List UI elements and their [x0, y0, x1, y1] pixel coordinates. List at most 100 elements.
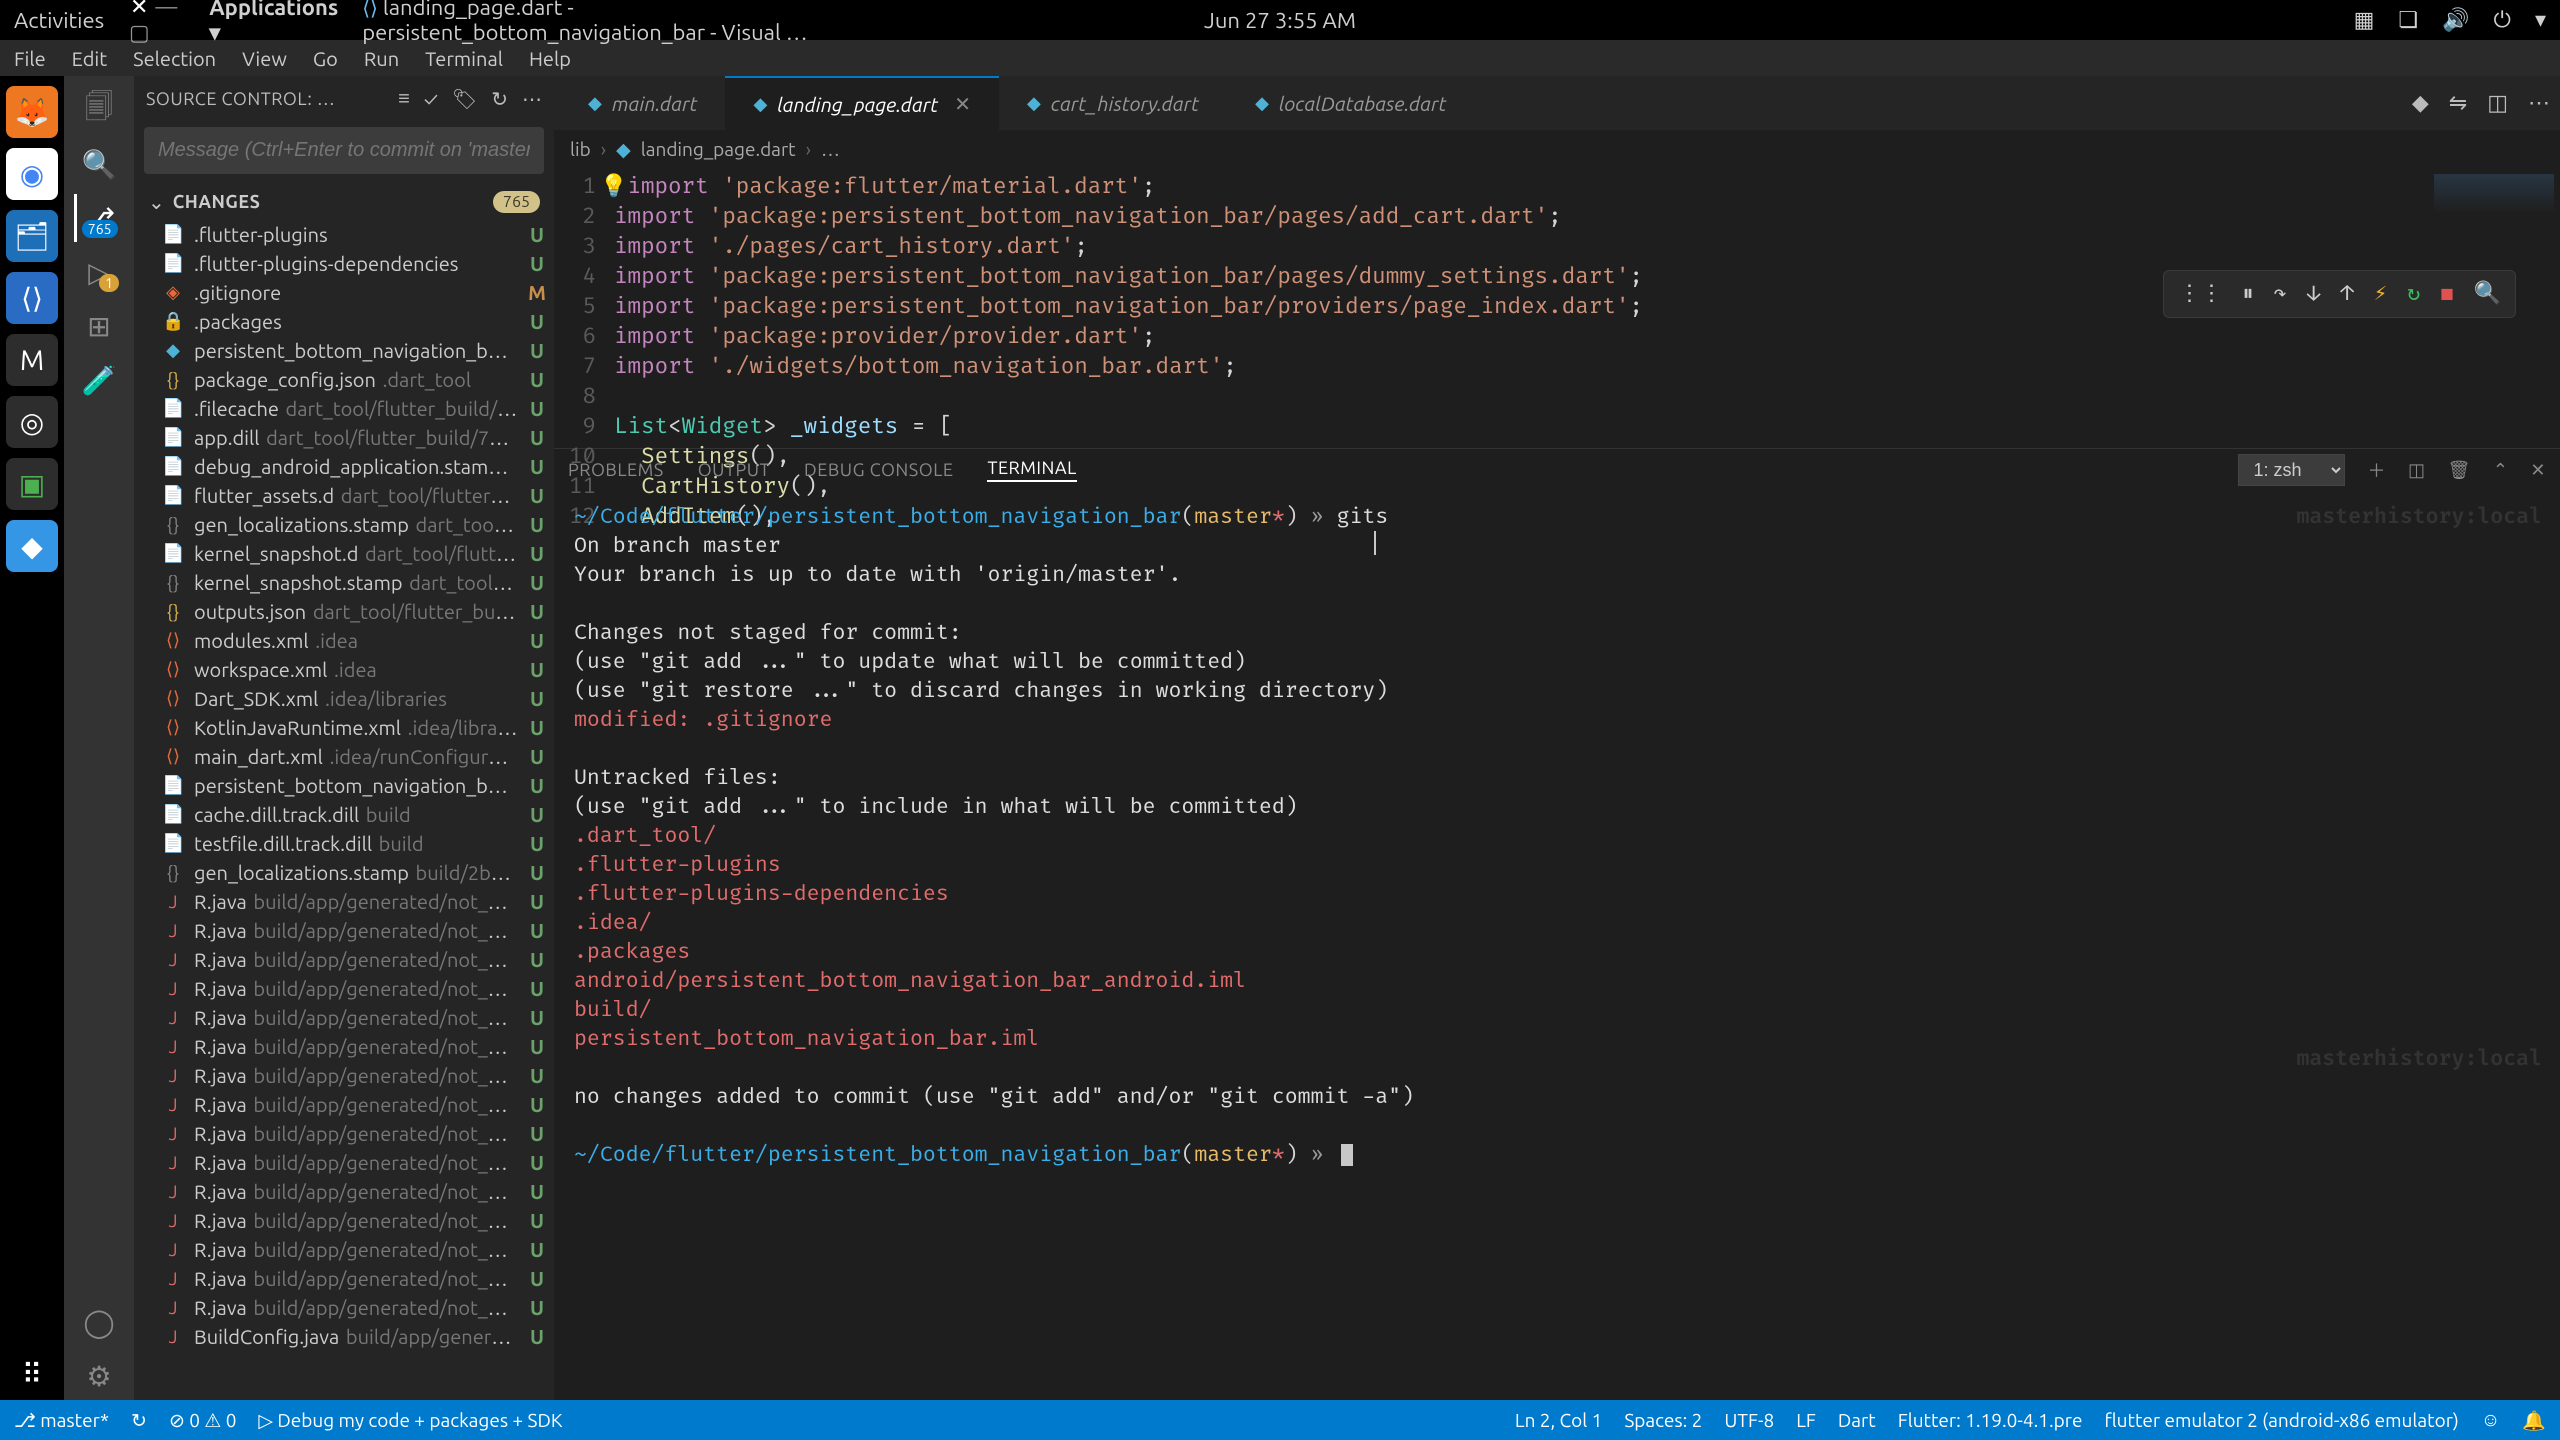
- dock-app2[interactable]: ▣: [6, 458, 58, 510]
- tray-icon[interactable]: ❏: [2398, 7, 2418, 33]
- terminal-split-icon[interactable]: ◫: [2408, 460, 2426, 481]
- debug-pause-icon[interactable]: ⏸: [2242, 279, 2253, 309]
- applications-menu[interactable]: Applications ▾: [209, 0, 338, 46]
- tab-cart_history.dart[interactable]: ◆cart_history.dart: [999, 76, 1227, 130]
- editor-tabs[interactable]: ◆main.dart◆landing_page.dart✕◆cart_histo…: [554, 76, 2560, 130]
- window-controls[interactable]: ✕ — ▢: [128, 0, 185, 46]
- menu-terminal[interactable]: Terminal: [425, 47, 503, 70]
- activity-account[interactable]: ◯: [75, 1298, 123, 1346]
- debug-inspector-icon[interactable]: 🔍: [2474, 279, 2501, 309]
- status-item[interactable]: Flutter: 1.19.0-4.1.pre: [1898, 1409, 2083, 1431]
- system-tray[interactable]: ▦❏🔊⏻▾: [1702, 7, 2546, 33]
- change-row[interactable]: JR.java build/app/generated/not_name…U: [134, 1061, 554, 1090]
- change-row[interactable]: ⟨⟩main_dart.xml .idea/runConfigurationsU: [134, 742, 554, 771]
- debug-toolbar[interactable]: ⋮⋮ ⏸ ↷ ↓ ↑ ⚡ ↻ ◼ 🔍: [2163, 270, 2516, 318]
- panel-close-icon[interactable]: ✕: [2530, 460, 2546, 481]
- menu-selection[interactable]: Selection: [133, 47, 216, 70]
- change-row[interactable]: {}package_config.json .dart_toolU: [134, 365, 554, 394]
- status-item[interactable]: 🔔: [2522, 1409, 2546, 1432]
- activity-settings[interactable]: ⚙: [75, 1352, 123, 1400]
- menu-view[interactable]: View: [242, 47, 287, 70]
- clock[interactable]: Jun 27 3:55 AM: [1204, 8, 1356, 33]
- change-row[interactable]: JR.java build/app/generated/not_name…U: [134, 945, 554, 974]
- change-row[interactable]: JBuildConfig.java build/app/generated…U: [134, 1322, 554, 1351]
- change-row[interactable]: JR.java build/app/generated/not_name…U: [134, 1177, 554, 1206]
- menu-edit[interactable]: Edit: [72, 47, 107, 70]
- change-row[interactable]: 📄.flutter-pluginsU: [134, 220, 554, 249]
- status-item[interactable]: Dart: [1838, 1409, 1876, 1431]
- change-row[interactable]: 📄kernel_snapshot.d dart_tool/flutter_…U: [134, 539, 554, 568]
- commit-message-input[interactable]: [144, 127, 544, 174]
- change-row[interactable]: 📄flutter_assets.d dart_tool/flutter_buil…: [134, 481, 554, 510]
- activity-search[interactable]: 🔍: [75, 140, 123, 188]
- change-row[interactable]: JR.java build/app/generated/not_name…U: [134, 1003, 554, 1032]
- terminal[interactable]: ~/Code/flutter/persistent_bottom_navigat…: [554, 491, 2560, 1400]
- change-row[interactable]: JR.java build/app/generated/not_name…U: [134, 916, 554, 945]
- changes-list[interactable]: 📄.flutter-pluginsU📄.flutter-plugins-depe…: [134, 220, 554, 1400]
- debug-stepover-icon[interactable]: ↷: [2274, 279, 2287, 309]
- change-row[interactable]: {}kernel_snapshot.stamp dart_tool/flutt……: [134, 568, 554, 597]
- change-row[interactable]: JR.java build/app/generated/not_name…U: [134, 887, 554, 916]
- terminal-new-icon[interactable]: ＋: [2367, 457, 2386, 483]
- terminal-kill-icon[interactable]: 🗑: [2447, 460, 2470, 481]
- change-row[interactable]: {}gen_localizations.stamp build/2b527e…U: [134, 858, 554, 887]
- change-row[interactable]: JR.java build/app/generated/not_name…U: [134, 1264, 554, 1293]
- close-icon[interactable]: ✕: [954, 92, 971, 116]
- change-row[interactable]: 📄debug_android_application.stamp …U: [134, 452, 554, 481]
- debug-stepout-icon[interactable]: ↑: [2340, 279, 2354, 309]
- tab-main.dart[interactable]: ◆main.dart: [560, 76, 725, 130]
- activity-extensions[interactable]: ⊞: [75, 302, 123, 350]
- change-row[interactable]: ◈.gitignoreM: [134, 278, 554, 307]
- tab-landing_page.dart[interactable]: ◆landing_page.dart✕: [725, 76, 999, 130]
- change-row[interactable]: JR.java build/app/generated/not_name…U: [134, 1206, 554, 1235]
- tab-action-split-icon[interactable]: ◫: [2487, 90, 2508, 116]
- activity-test[interactable]: 🧪: [75, 356, 123, 404]
- change-row[interactable]: 📄.flutter-plugins-dependenciesU: [134, 249, 554, 278]
- change-row[interactable]: JR.java build/app/generated/not_name…U: [134, 1235, 554, 1264]
- change-row[interactable]: 📄testfile.dill.track.dill buildU: [134, 829, 554, 858]
- panel-tab-output[interactable]: OUTPUT: [698, 460, 770, 480]
- tray-icon[interactable]: 🔊: [2442, 7, 2469, 33]
- change-row[interactable]: 📄app.dill dart_tool/flutter_build/7ceca2…: [134, 423, 554, 452]
- change-row[interactable]: ⟨⟩KotlinJavaRuntime.xml .idea/librariesU: [134, 713, 554, 742]
- status-item[interactable]: flutter emulator 2 (android-x86 emulator…: [2104, 1409, 2458, 1431]
- change-row[interactable]: {}outputs.json dart_tool/flutter_build/7…: [134, 597, 554, 626]
- change-row[interactable]: JR.java build/app/generated/not_name…U: [134, 1148, 554, 1177]
- change-row[interactable]: JR.java build/app/generated/not_name…U: [134, 1119, 554, 1148]
- tray-icon[interactable]: ▦: [2354, 7, 2375, 33]
- change-row[interactable]: 🔒.packagesU: [134, 307, 554, 336]
- scm-commit-icon[interactable]: ✓: [424, 87, 438, 110]
- status-item[interactable]: Spaces: 2: [1624, 1409, 1702, 1431]
- menu-run[interactable]: Run: [364, 47, 399, 70]
- activity-run[interactable]: ▷1: [75, 248, 123, 296]
- status-bar[interactable]: ⎇ master*↻⊘ 0 ⚠ 0▷ Debug my code + packa…: [0, 1400, 2560, 1440]
- dock-app3[interactable]: ◆: [6, 520, 58, 572]
- change-row[interactable]: 📄persistent_bottom_navigation_bar_…U: [134, 771, 554, 800]
- activities[interactable]: Activities: [14, 8, 104, 33]
- menu-go[interactable]: Go: [313, 47, 338, 70]
- dock-chrome[interactable]: ◉: [6, 148, 58, 200]
- tab-action-compare-icon[interactable]: ⇋: [2449, 90, 2467, 116]
- change-row[interactable]: ⟨⟩modules.xml .ideaU: [134, 626, 554, 655]
- scm-reload-icon[interactable]: ↻: [491, 87, 508, 111]
- scm-more-icon[interactable]: ⋯: [522, 87, 542, 111]
- terminal-select[interactable]: 1: zsh: [2238, 454, 2345, 486]
- status-item[interactable]: UTF-8: [1724, 1409, 1774, 1431]
- tab-action-more-icon[interactable]: ⋯: [2528, 90, 2550, 116]
- change-row[interactable]: JR.java build/app/generated/not_name…U: [134, 1032, 554, 1061]
- status-item[interactable]: ▷ Debug my code + packages + SDK: [258, 1409, 562, 1432]
- change-row[interactable]: JR.java build/app/generated/not_name…U: [134, 1090, 554, 1119]
- status-item[interactable]: ⎇ master*: [14, 1409, 109, 1432]
- code-editor[interactable]: 123456789101112 💡import 'package:flutter…: [554, 168, 2560, 448]
- status-item[interactable]: ☺: [2481, 1408, 2500, 1432]
- debug-stop-icon[interactable]: ◼: [2440, 279, 2453, 309]
- tab-localDatabase.dart[interactable]: ◆localDatabase.dart: [1227, 76, 1474, 130]
- change-row[interactable]: JR.java build/app/generated/not_name…U: [134, 974, 554, 1003]
- debug-drag-icon[interactable]: ⋮⋮: [2178, 279, 2222, 309]
- panel-tab-terminal[interactable]: TERMINAL: [987, 458, 1076, 482]
- dock-steam[interactable]: ◎: [6, 396, 58, 448]
- change-row[interactable]: 📄.filecache dart_tool/flutter_build/7cec…: [134, 394, 554, 423]
- menu-file[interactable]: File: [14, 47, 46, 70]
- gnome-dock[interactable]: 🦊 ◉ 🗂 ⟨⟩ M ◎ ▣ ◆ ⠿: [0, 76, 64, 1400]
- status-item[interactable]: LF: [1796, 1409, 1816, 1431]
